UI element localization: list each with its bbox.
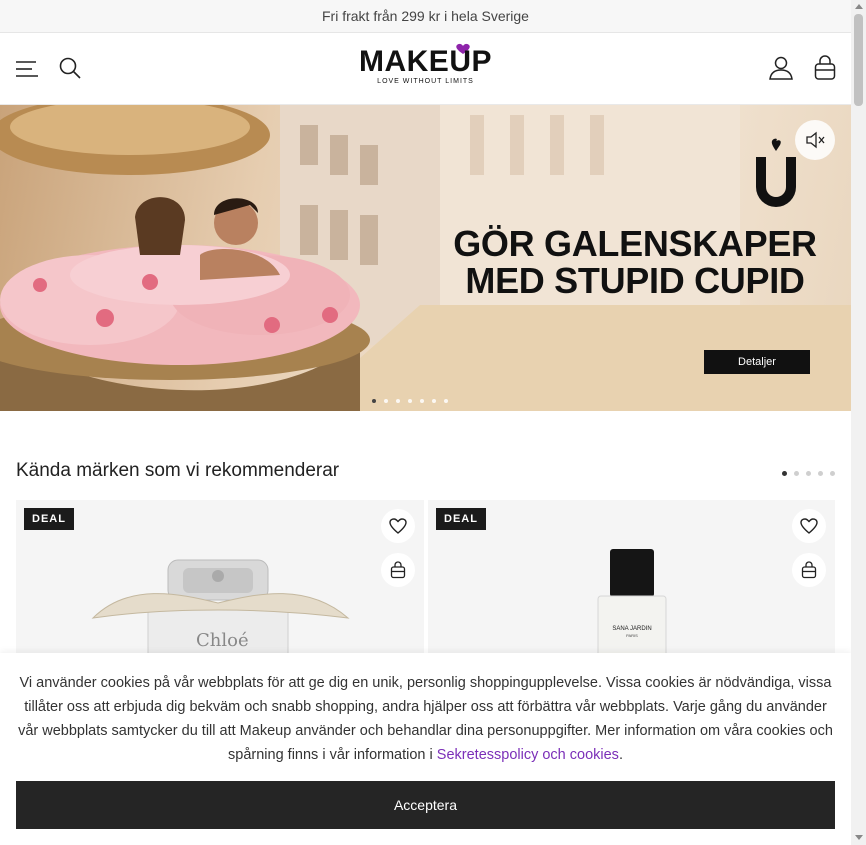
search-icon[interactable] (56, 54, 84, 82)
chloe-perfume-image: Chloé (91, 559, 350, 658)
promo-text: Fri frakt från 299 kr i hela Sverige (322, 8, 529, 24)
cookie-text: Vi använder cookies på vår webbplats för… (16, 671, 835, 767)
privacy-policy-link[interactable]: Sekretesspolicy och cookies (437, 747, 619, 763)
cookie-text-end: . (618, 747, 623, 763)
speaker-muted-icon (806, 131, 825, 149)
deal-badge: DEAL (436, 508, 486, 530)
section-title: Kända märken som vi rekommenderar (16, 460, 340, 481)
carousel-pagination (782, 471, 835, 476)
product-card[interactable]: DEAL Chloé (16, 500, 424, 660)
hero-title: GÖR GALENSKAPER MED STUPID CUPID (440, 225, 830, 299)
scroll-down-arrow[interactable] (855, 835, 863, 840)
hero-dot[interactable] (372, 399, 376, 403)
accept-cookies-button[interactable]: Acceptera (16, 781, 835, 829)
hero-banner[interactable]: GÖR GALENSKAPER MED STUPID CUPID Detalje… (0, 105, 851, 411)
carousel-dot[interactable] (830, 471, 835, 476)
bag-icon[interactable] (811, 54, 839, 82)
heart-icon (800, 518, 818, 534)
bottle-sub-label: PARIS (626, 633, 638, 638)
scroll-up-arrow[interactable] (855, 4, 863, 9)
add-to-bag-button[interactable] (381, 553, 415, 587)
bag-icon (390, 561, 406, 579)
hero-dot[interactable] (432, 399, 436, 403)
mute-button[interactable] (795, 120, 835, 160)
hero-title-line1: GÖR GALENSKAPER (453, 223, 817, 264)
product-card[interactable]: DEAL SANA JARDIN PARIS (428, 500, 835, 660)
carousel-dot[interactable] (794, 471, 799, 476)
user-icon[interactable] (767, 54, 795, 82)
hero-dot[interactable] (396, 399, 400, 403)
scroll-thumb[interactable] (854, 14, 863, 106)
bag-icon (801, 561, 817, 579)
add-to-bag-button[interactable] (792, 553, 826, 587)
hero-dot[interactable] (444, 399, 448, 403)
logo-word: MAKEUP (358, 45, 492, 78)
bottle-brand-label: SANA JARDIN (612, 626, 651, 632)
deal-badge: DEAL (24, 508, 74, 530)
wishlist-button[interactable] (792, 509, 826, 543)
sana-jardin-perfume-image: SANA JARDIN PARIS (597, 549, 667, 660)
site-logo[interactable]: MAKEUP LOVE WITHOUT LIMITS (348, 43, 503, 91)
hero-dot[interactable] (408, 399, 412, 403)
menu-icon[interactable] (13, 55, 41, 83)
hero-pagination (372, 399, 448, 403)
hero-dot[interactable] (384, 399, 388, 403)
bottle-brand-label: Chloé (196, 630, 249, 651)
carousel-dot[interactable] (818, 471, 823, 476)
hero-title-line2: MED STUPID CUPID (465, 260, 805, 301)
carousel-dot[interactable] (782, 471, 787, 476)
heart-icon (389, 518, 407, 534)
cookie-banner: Vi använder cookies på vår webbplats för… (0, 653, 851, 845)
hero-dot[interactable] (420, 399, 424, 403)
details-button[interactable]: Detaljer (704, 350, 810, 374)
scrollbar[interactable] (851, 0, 866, 845)
site-header: MAKEUP LOVE WITHOUT LIMITS (0, 33, 851, 105)
promo-banner: Fri frakt från 299 kr i hela Sverige (0, 0, 851, 33)
logo-tagline: LOVE WITHOUT LIMITS (377, 78, 474, 85)
cookie-body: Vi använder cookies på vår webbplats för… (18, 675, 833, 763)
wishlist-button[interactable] (381, 509, 415, 543)
carousel-dot[interactable] (806, 471, 811, 476)
